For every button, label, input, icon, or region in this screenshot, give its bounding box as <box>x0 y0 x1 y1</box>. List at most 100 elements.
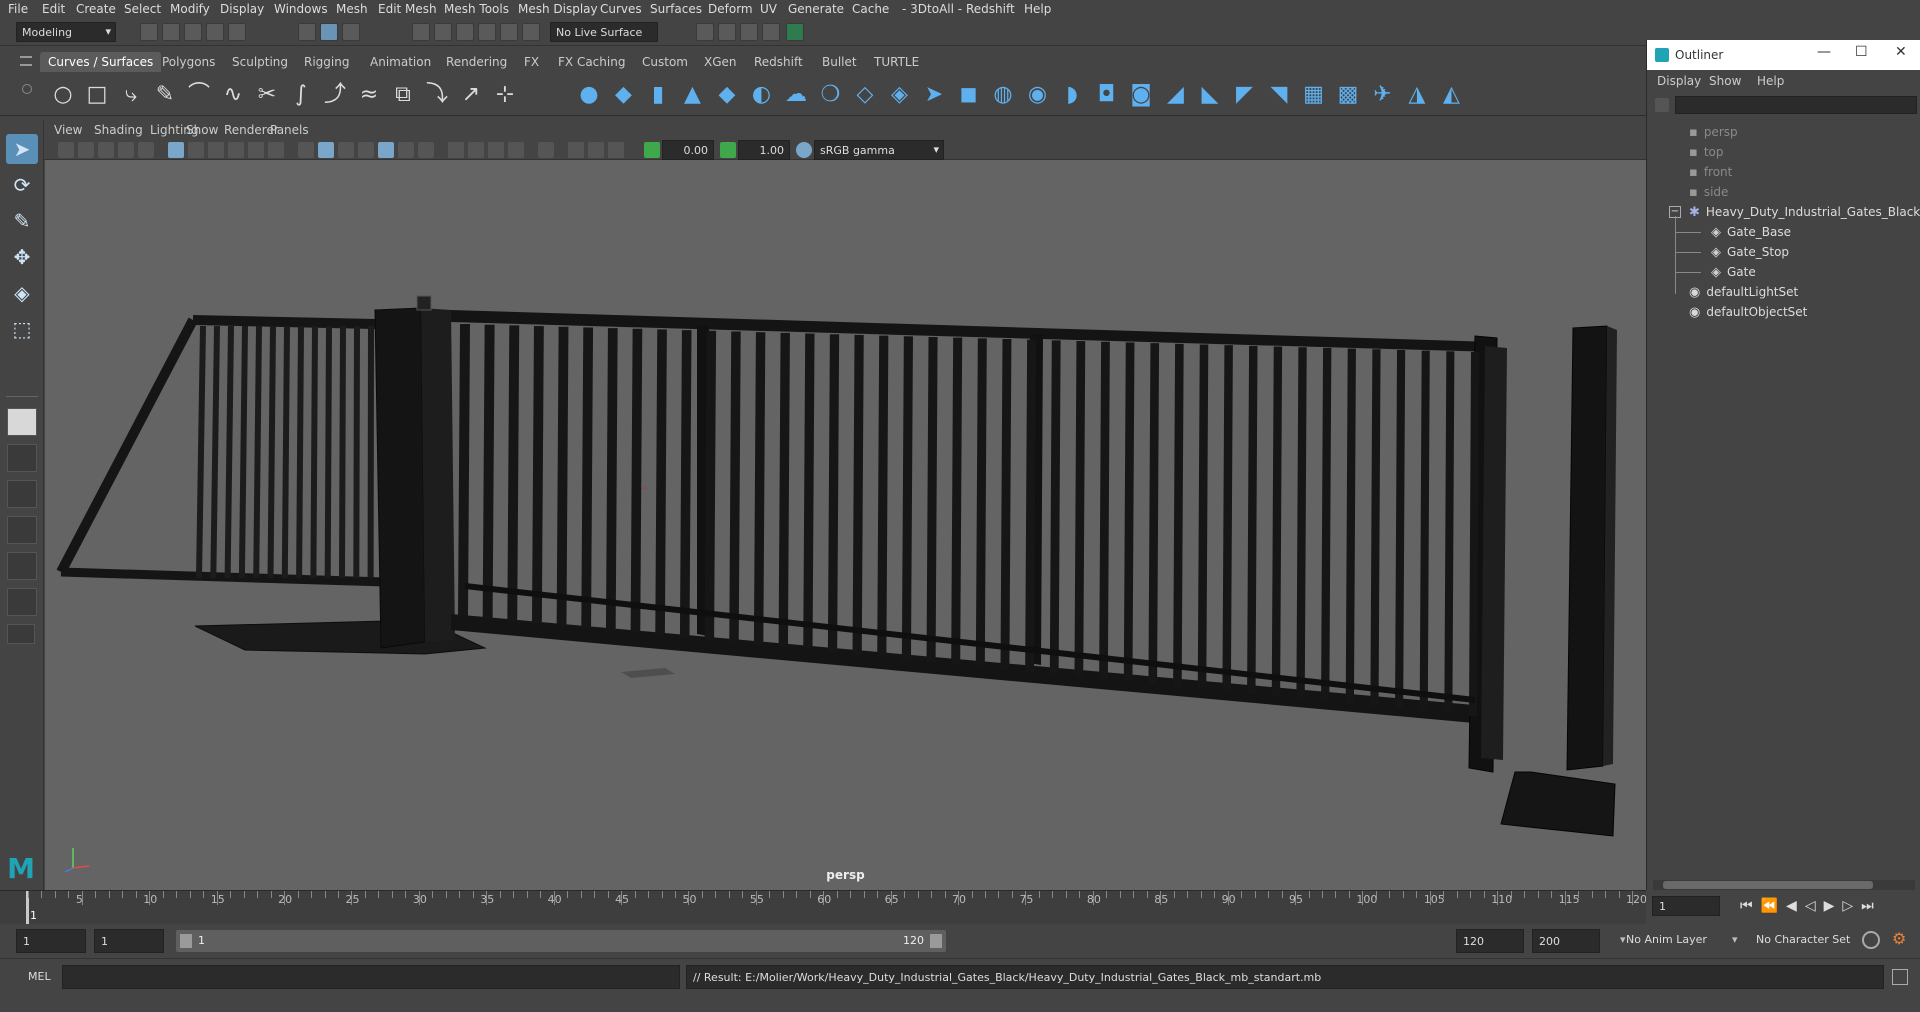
select-tool-icon[interactable]: ➤ <box>6 134 38 164</box>
outliner-filter-icon[interactable] <box>1655 98 1669 112</box>
step-back-frame-icon[interactable]: ◀ <box>1786 898 1805 914</box>
shelf-tab-curves-surfaces[interactable]: Curves / Surfaces <box>40 52 162 72</box>
four-view-layout-icon[interactable] <box>7 444 37 472</box>
auto-key-icon[interactable] <box>1862 931 1880 949</box>
layout-more-icon[interactable] <box>7 624 35 644</box>
project-icon[interactable]: ◙ <box>1128 82 1154 108</box>
image-plane-icon[interactable] <box>118 142 134 158</box>
bevel-icon[interactable]: ◉ <box>1025 82 1051 108</box>
offset-curve-icon[interactable]: ⧉ <box>390 82 416 108</box>
step-forward-frame-icon[interactable]: ▷ <box>1842 898 1861 914</box>
attach-surface-icon[interactable]: ◤ <box>1232 82 1258 108</box>
outliner-item[interactable]: ◈ Gate_Base <box>1711 222 1791 242</box>
time-slider[interactable]: 1 5 10 15 20 25 30 35 40 45 50 55 60 65 70 75 80 85 90 95 1… <box>0 890 1647 925</box>
trim-icon[interactable]: ◢ <box>1163 82 1189 108</box>
detach-surface-icon[interactable]: ◥ <box>1266 82 1292 108</box>
nurbs-sphere-icon[interactable]: ● <box>576 82 602 108</box>
extrude-icon[interactable]: ◈ <box>887 82 913 108</box>
workspace-dropdown[interactable]: Modeling ▾ <box>16 22 116 42</box>
use-lights-icon[interactable] <box>398 142 414 158</box>
shelf-tab-custom[interactable]: Custom <box>634 52 696 72</box>
menu-uv[interactable]: UV <box>760 2 777 16</box>
menu-windows[interactable]: Windows <box>274 2 328 16</box>
outliner-item[interactable]: ▪ front <box>1689 162 1732 182</box>
menu-help[interactable]: Help <box>1024 2 1051 16</box>
smooth-shade-icon[interactable] <box>318 142 334 158</box>
current-frame-field[interactable]: 1 <box>1652 896 1720 916</box>
shelf-tab-sculpting[interactable]: Sculpting <box>224 52 296 72</box>
command-input[interactable] <box>62 965 680 989</box>
grid-toggle-icon[interactable] <box>168 142 184 158</box>
attach-curve-icon[interactable]: ∫ <box>288 82 314 108</box>
shelf-tab-animation[interactable]: Animation <box>362 52 439 72</box>
maximize-icon[interactable]: ☐ <box>1855 44 1868 60</box>
outliner-menu-help[interactable]: Help <box>1757 74 1784 88</box>
outliner-search-input[interactable] <box>1675 96 1917 114</box>
panel-menu-view[interactable]: View <box>54 123 82 137</box>
exposure-field[interactable]: 0.00 <box>662 140 714 160</box>
screen-space-ao-icon[interactable] <box>448 142 464 158</box>
scale-tool-icon[interactable]: ⬚ <box>6 314 38 344</box>
nurbs-cube-icon[interactable]: ◆ <box>611 82 637 108</box>
outliner-item[interactable]: ◉ defaultObjectSet <box>1689 302 1807 322</box>
select-hierarchy-icon[interactable] <box>298 23 316 41</box>
playback-start-field[interactable]: 1 <box>94 929 164 953</box>
play-backward-icon[interactable]: ◁ <box>1805 898 1824 914</box>
anti-alias-icon[interactable] <box>488 142 504 158</box>
outliner-item[interactable]: ◈ Gate <box>1711 262 1756 282</box>
bevel-plus-icon[interactable]: ◗ <box>1059 82 1085 108</box>
field-chart-icon[interactable] <box>248 142 264 158</box>
camera-attributes-icon[interactable] <box>58 142 74 158</box>
step-back-key-icon[interactable]: ⏪ <box>1761 898 1786 914</box>
untrim-icon[interactable]: ◣ <box>1197 82 1223 108</box>
bezier-curve-icon[interactable]: ✂ <box>254 82 280 108</box>
cv-curve-icon[interactable]: ⤷ <box>118 82 144 108</box>
color-space-dropdown[interactable]: sRGB gamma ▾ <box>814 140 944 160</box>
menu-generate[interactable]: Generate <box>788 2 844 16</box>
menu-mesh[interactable]: Mesh <box>336 2 368 16</box>
paint-select-icon[interactable]: ✎ <box>6 206 38 236</box>
undo-icon[interactable] <box>206 23 224 41</box>
gate-mask-icon[interactable] <box>228 142 244 158</box>
outliner-menu-show[interactable]: Show <box>1709 74 1741 88</box>
shelf-tab-rendering[interactable]: Rendering <box>438 52 515 72</box>
birail-icon[interactable]: ➤ <box>921 82 947 108</box>
go-to-start-icon[interactable]: ⏮ <box>1740 898 1761 914</box>
anim-layer-dropdown[interactable]: No Anim Layer <box>1626 933 1707 946</box>
shadows-icon[interactable] <box>418 142 434 158</box>
exposure-icon[interactable] <box>644 142 660 158</box>
single-perspective-layout-icon[interactable] <box>7 408 37 436</box>
open-close-icon[interactable]: ▦ <box>1301 82 1327 108</box>
revolve-icon[interactable]: ☁ <box>783 82 809 108</box>
script-editor-icon[interactable] <box>1892 969 1908 985</box>
menu-display[interactable]: Display <box>220 2 264 16</box>
new-scene-icon[interactable] <box>140 23 158 41</box>
snap-plane-icon[interactable] <box>478 23 496 41</box>
menu-mesh-display[interactable]: Mesh Display <box>518 2 598 16</box>
insert-knot-icon[interactable]: ↗ <box>458 82 484 108</box>
render-view-icon[interactable] <box>696 23 714 41</box>
extend-curve-icon[interactable]: ⤵ <box>424 82 450 108</box>
detach-curve-icon[interactable]: ⤴ <box>322 82 348 108</box>
select-object-icon[interactable] <box>320 23 338 41</box>
shelf-tab-bullet[interactable]: Bullet <box>814 52 865 72</box>
select-component-icon[interactable] <box>342 23 360 41</box>
outliner-item[interactable]: ▪ top <box>1689 142 1723 162</box>
nurbs-cylinder-icon[interactable]: ▮ <box>645 82 671 108</box>
isolate-select-icon[interactable] <box>538 142 554 158</box>
shelf-tab-xgen[interactable]: XGen <box>696 52 745 72</box>
panel-menu-show[interactable]: Show <box>186 123 218 137</box>
xray-components-icon[interactable] <box>608 142 624 158</box>
outliner-persp-layout-icon[interactable] <box>7 516 37 544</box>
gamma-field[interactable]: 1.00 <box>738 140 790 160</box>
menu-3dtoall[interactable]: - 3DtoAll - <box>902 2 962 16</box>
play-forward-icon[interactable]: ▶ <box>1824 898 1843 914</box>
outliner-menu-display[interactable]: Display <box>1657 74 1701 88</box>
camera-lock-icon[interactable] <box>78 142 94 158</box>
project-curve-icon[interactable]: ⊹ <box>492 82 518 108</box>
perspective-viewport[interactable]: persp <box>45 160 1646 892</box>
shelf-tab-rigging[interactable]: Rigging <box>296 52 357 72</box>
menu-edit-mesh[interactable]: Edit Mesh <box>378 2 437 16</box>
animation-start-field[interactable]: 1 <box>16 929 86 953</box>
shelf-tab-turtle[interactable]: TURTLE <box>866 52 927 72</box>
